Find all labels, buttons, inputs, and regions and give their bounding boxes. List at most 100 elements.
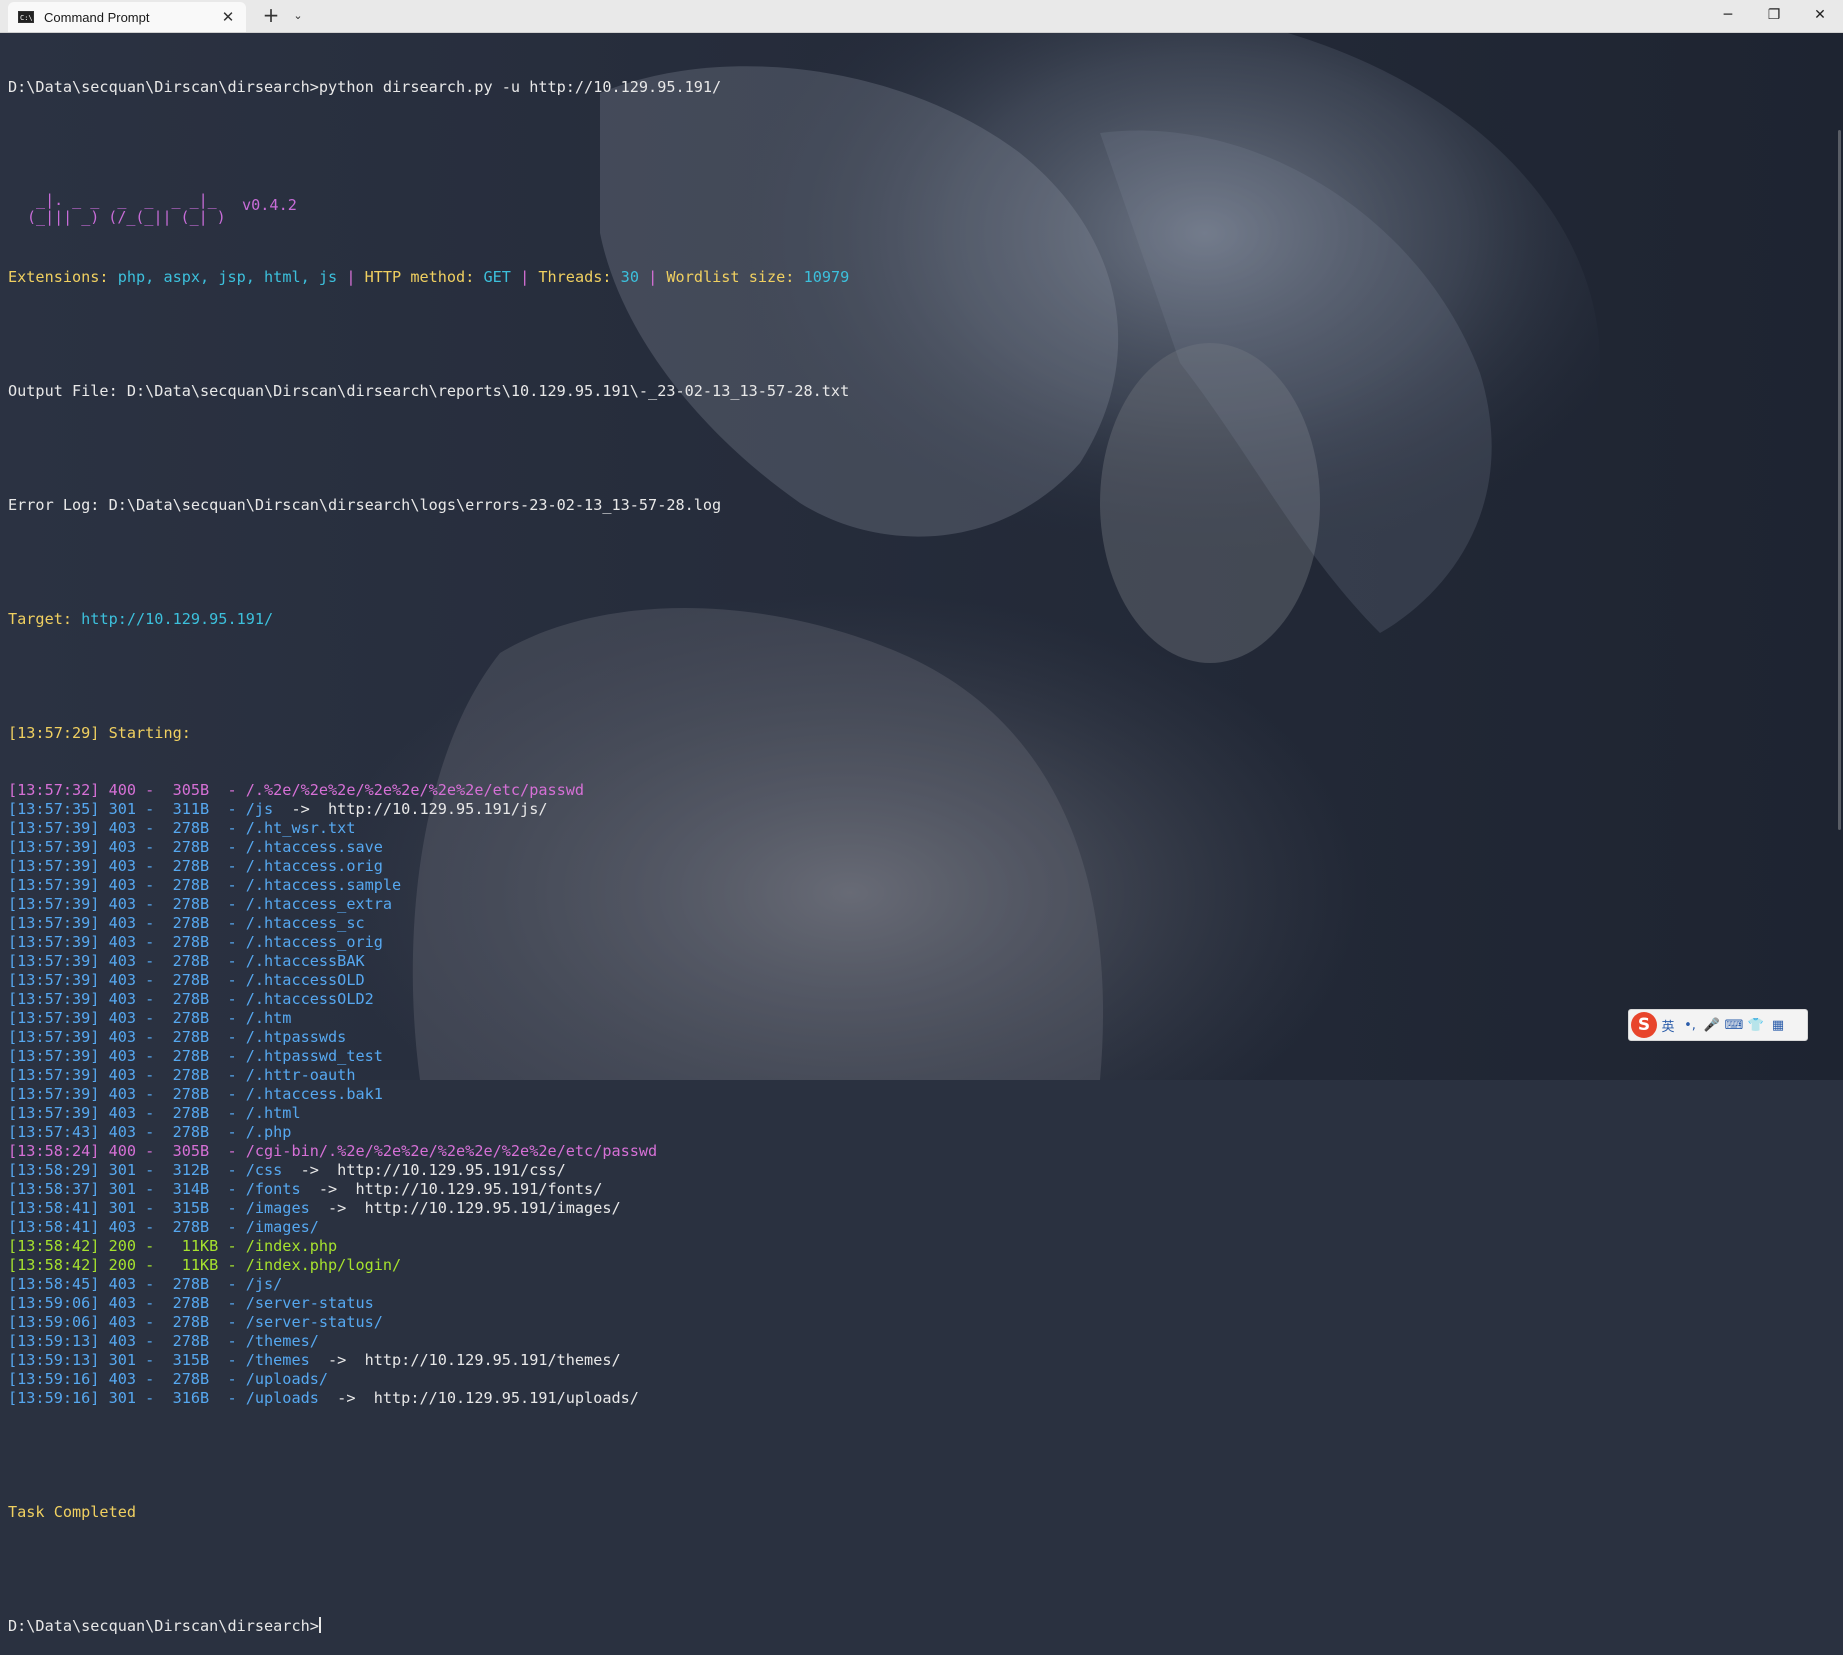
result-line: [13:59:06] 403 - 278B - /server-status bbox=[8, 1294, 1808, 1313]
result-line: [13:57:39] 403 - 278B - /.htaccess.orig bbox=[8, 857, 1808, 876]
redirect-target: -> http://10.129.95.191/js/ bbox=[291, 800, 548, 818]
results-list: [13:57:32] 400 - 305B - /.%2e/%2e%2e/%2e… bbox=[8, 781, 1808, 1408]
apps-grid-icon[interactable]: ▦ bbox=[1767, 1018, 1789, 1033]
result-text: [13:58:45] 403 - 278B - /js/ bbox=[8, 1275, 283, 1293]
target-label: Target: bbox=[8, 610, 82, 628]
result-text: [13:57:39] 403 - 278B - /.htaccess.orig bbox=[8, 857, 383, 875]
result-text: [13:58:29] 301 - 312B - /css bbox=[8, 1161, 301, 1179]
result-line: [13:57:43] 403 - 278B - /.php bbox=[8, 1123, 1808, 1142]
result-line: [13:57:39] 403 - 278B - /.httr-oauth bbox=[8, 1066, 1808, 1085]
punctuation-icon[interactable]: •, bbox=[1679, 1018, 1701, 1033]
title-bar: C:\ Command Prompt ✕ + ⌄ ─ ❐ ✕ bbox=[0, 0, 1843, 33]
result-line: [13:57:39] 403 - 278B - /.htaccess.save bbox=[8, 838, 1808, 857]
redirect-target: -> http://10.129.95.191/uploads/ bbox=[337, 1389, 639, 1407]
prompt-line[interactable]: D:\Data\secquan\Dirscan\dirsearch> bbox=[8, 1617, 1808, 1636]
result-text: [13:58:41] 403 - 278B - /images/ bbox=[8, 1218, 319, 1236]
result-line: [13:57:39] 403 - 278B - /.htaccess_orig bbox=[8, 933, 1808, 952]
result-text: [13:57:39] 403 - 278B - /.htaccess.save bbox=[8, 838, 383, 856]
result-text: [13:59:16] 403 - 278B - /uploads/ bbox=[8, 1370, 329, 1388]
result-text: [13:58:24] 400 - 305B - /cgi-bin/.%2e/%2… bbox=[8, 1142, 658, 1160]
result-line: [13:57:39] 403 - 278B - /.htaccess.sampl… bbox=[8, 876, 1808, 895]
result-line: [13:58:29] 301 - 312B - /css -> http://1… bbox=[8, 1161, 1808, 1180]
minimize-button[interactable]: ─ bbox=[1705, 0, 1751, 30]
result-text: [13:57:39] 403 - 278B - /.htaccess_orig bbox=[8, 933, 383, 951]
output-file-line: Output File: D:\Data\secquan\Dirscan\dir… bbox=[8, 382, 850, 400]
redirect-target: -> http://10.129.95.191/fonts/ bbox=[318, 1180, 603, 1198]
result-line: [13:57:39] 403 - 278B - /.htaccessOLD bbox=[8, 971, 1808, 990]
result-text: [13:57:39] 403 - 278B - /.httr-oauth bbox=[8, 1066, 356, 1084]
config-line: Extensions: php, aspx, jsp, html, js | H… bbox=[8, 268, 1808, 287]
close-tab-icon[interactable]: ✕ bbox=[218, 7, 238, 27]
command-line: D:\Data\secquan\Dirscan\dirsearch>python… bbox=[8, 78, 722, 96]
scrollbar[interactable] bbox=[1838, 130, 1841, 830]
result-line: [13:58:24] 400 - 305B - /cgi-bin/.%2e/%2… bbox=[8, 1142, 1808, 1161]
chevron-down-icon[interactable]: ⌄ bbox=[289, 5, 307, 27]
result-text: [13:59:16] 301 - 316B - /uploads bbox=[8, 1389, 338, 1407]
wordlist-value: 10979 bbox=[803, 268, 850, 286]
result-line: [13:57:39] 403 - 278B - /.htaccess_extra bbox=[8, 895, 1808, 914]
terminal-output[interactable]: D:\Data\secquan\Dirscan\dirsearch>python… bbox=[8, 40, 1808, 1655]
target-line: Target: http://10.129.95.191/ bbox=[8, 610, 1808, 629]
extensions-value: php, aspx, jsp, html, js bbox=[117, 268, 338, 286]
separator: | bbox=[337, 268, 365, 286]
result-text: [13:57:39] 403 - 278B - /.htaccessOLD2 bbox=[8, 990, 374, 1008]
result-line: [13:59:16] 403 - 278B - /uploads/ bbox=[8, 1370, 1808, 1389]
result-line: [13:57:35] 301 - 311B - /js -> http://10… bbox=[8, 800, 1808, 819]
result-line: [13:57:32] 400 - 305B - /.%2e/%2e%2e/%2e… bbox=[8, 781, 1808, 800]
result-text: [13:59:13] 301 - 315B - /themes bbox=[8, 1351, 329, 1369]
result-line: [13:59:16] 301 - 316B - /uploads -> http… bbox=[8, 1389, 1808, 1408]
separator: | bbox=[510, 268, 539, 286]
result-line: [13:57:39] 403 - 278B - /.html bbox=[8, 1104, 1808, 1123]
microphone-icon[interactable]: 🎤 bbox=[1701, 1018, 1723, 1033]
result-text: [13:57:39] 403 - 278B - /.htaccessOLD bbox=[8, 971, 365, 989]
result-line: [13:58:37] 301 - 314B - /fonts -> http:/… bbox=[8, 1180, 1808, 1199]
banner-art: _|. _ _ _ _ _ _|_ (_||| _) (/_(_|| (_| ) bbox=[27, 191, 226, 226]
error-log-line: Error Log: D:\Data\secquan\Dirscan\dirse… bbox=[8, 496, 722, 514]
result-text: [13:57:39] 403 - 278B - /.htaccess_sc bbox=[8, 914, 365, 932]
wordlist-label: Wordlist size: bbox=[666, 268, 804, 286]
result-line: [13:58:41] 301 - 315B - /images -> http:… bbox=[8, 1199, 1808, 1218]
result-line: [13:59:13] 403 - 278B - /themes/ bbox=[8, 1332, 1808, 1351]
result-line: [13:59:06] 403 - 278B - /server-status/ bbox=[8, 1313, 1808, 1332]
result-line: [13:57:39] 403 - 278B - /.htaccessBAK bbox=[8, 952, 1808, 971]
dirsearch-banner: _|. _ _ _ _ _ _|_ (_||| _) (/_(_|| (_| )… bbox=[8, 192, 1808, 230]
result-text: [13:57:32] 400 - 305B - /.%2e/%2e%2e/%2e… bbox=[8, 781, 585, 799]
result-line: [13:57:39] 403 - 278B - /.htm bbox=[8, 1009, 1808, 1028]
result-text: [13:57:39] 403 - 278B - /.htaccess_extra bbox=[8, 895, 393, 913]
result-line: [13:57:39] 403 - 278B - /.htaccessOLD2 bbox=[8, 990, 1808, 1009]
result-line: [13:57:39] 403 - 278B - /.htpasswd_test bbox=[8, 1047, 1808, 1066]
tab-title: Command Prompt bbox=[44, 9, 150, 25]
result-line: [13:58:42] 200 - 11KB - /index.php bbox=[8, 1237, 1808, 1256]
new-tab-button[interactable]: + bbox=[260, 5, 282, 27]
sogou-logo-icon[interactable]: S bbox=[1631, 1012, 1657, 1038]
result-text: [13:57:43] 403 - 278B - /.php bbox=[8, 1123, 292, 1141]
starting-line: [13:57:29] Starting: bbox=[8, 724, 191, 742]
separator: | bbox=[638, 268, 667, 286]
result-line: [13:57:39] 403 - 278B - /.htpasswds bbox=[8, 1028, 1808, 1047]
text-cursor bbox=[318, 1617, 321, 1633]
result-line: [13:58:45] 403 - 278B - /js/ bbox=[8, 1275, 1808, 1294]
result-line: [13:57:39] 403 - 278B - /.htaccess_sc bbox=[8, 914, 1808, 933]
tab-command-prompt[interactable]: C:\ Command Prompt ✕ bbox=[8, 2, 246, 32]
result-text: [13:59:06] 403 - 278B - /server-status bbox=[8, 1294, 374, 1312]
result-line: [13:58:41] 403 - 278B - /images/ bbox=[8, 1218, 1808, 1237]
close-window-button[interactable]: ✕ bbox=[1797, 0, 1843, 30]
result-text: [13:58:42] 200 - 11KB - /index.php/login… bbox=[8, 1256, 402, 1274]
version-label: v0.4.2 bbox=[242, 196, 297, 214]
ime-toolbar[interactable]: S 英 •, 🎤 ⌨ 👕 ▦ bbox=[1628, 1009, 1808, 1041]
result-text: [13:57:39] 403 - 278B - /.htm bbox=[8, 1009, 292, 1027]
prompt-text: D:\Data\secquan\Dirscan\dirsearch> bbox=[8, 1617, 319, 1635]
result-text: [13:57:39] 403 - 278B - /.html bbox=[8, 1104, 301, 1122]
skin-icon[interactable]: 👕 bbox=[1745, 1018, 1767, 1033]
task-completed-line: Task Completed bbox=[8, 1503, 137, 1521]
threads-value: 30 bbox=[620, 268, 639, 286]
language-toggle[interactable]: 英 bbox=[1657, 1016, 1679, 1035]
redirect-target: -> http://10.129.95.191/themes/ bbox=[328, 1351, 621, 1369]
result-text: [13:59:06] 403 - 278B - /server-status/ bbox=[8, 1313, 383, 1331]
result-text: [13:57:39] 403 - 278B - /.htaccess.bak1 bbox=[8, 1085, 383, 1103]
result-line: [13:57:39] 403 - 278B - /.ht_wsr.txt bbox=[8, 819, 1808, 838]
keyboard-icon[interactable]: ⌨ bbox=[1723, 1018, 1745, 1033]
extensions-label: Extensions: bbox=[8, 268, 118, 286]
result-text: [13:57:39] 403 - 278B - /.htpasswd_test bbox=[8, 1047, 383, 1065]
restore-button[interactable]: ❐ bbox=[1751, 0, 1797, 30]
